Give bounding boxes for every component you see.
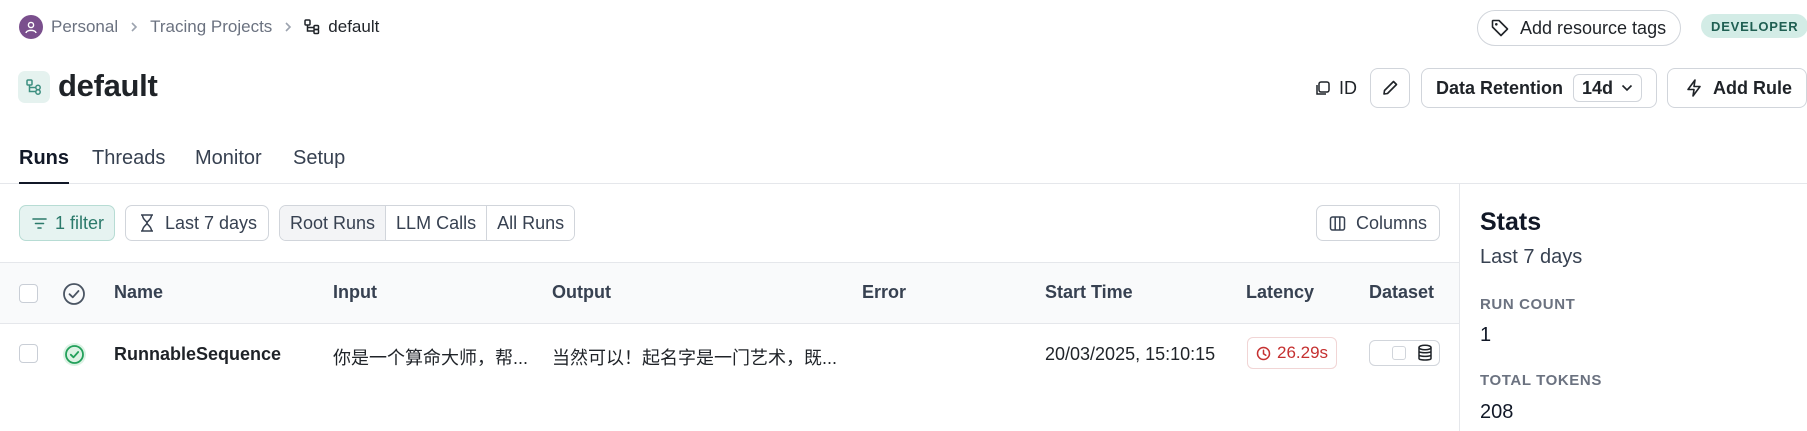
add-rule-button[interactable]: Add Rule xyxy=(1667,68,1807,108)
total-tokens-value: 208 xyxy=(1480,401,1514,423)
dataset-checkbox[interactable] xyxy=(1392,346,1406,360)
column-header-name[interactable]: Name xyxy=(114,282,163,303)
run-input: 你是一个算命大师，帮... xyxy=(333,348,529,368)
segment-llm-calls[interactable]: LLM Calls xyxy=(386,206,488,240)
tab-runs[interactable]: Runs xyxy=(19,147,69,184)
tab-threads[interactable]: Threads xyxy=(92,147,165,184)
add-to-dataset-control[interactable] xyxy=(1369,340,1440,366)
data-retention-value: 14d xyxy=(1582,77,1614,98)
data-retention-label: Data Retention xyxy=(1436,77,1564,98)
breadcrumb-section[interactable]: Tracing Projects xyxy=(150,17,272,37)
select-all-checkbox[interactable] xyxy=(19,284,38,303)
page-title: default xyxy=(58,68,158,103)
filter-icon xyxy=(32,217,47,229)
run-type-toggle: Root Runs LLM Calls All Runs xyxy=(279,205,576,241)
copy-id-button[interactable]: ID xyxy=(1314,74,1357,102)
column-header-latency[interactable]: Latency xyxy=(1246,282,1314,303)
row-checkbox[interactable] xyxy=(19,344,38,363)
edit-button[interactable] xyxy=(1370,68,1410,108)
segment-root-runs[interactable]: Root Runs xyxy=(280,206,387,240)
project-icon xyxy=(18,71,50,103)
filter-label: 1 filter xyxy=(55,212,105,233)
column-header-output[interactable]: Output xyxy=(552,282,611,303)
tab-bar: Runs Threads Monitor Setup xyxy=(0,140,1807,184)
status-check-icon xyxy=(63,283,85,305)
run-name[interactable]: RunnableSequence xyxy=(114,344,281,365)
table-row[interactable]: RunnableSequence 你是一个算命大师，帮... 当然可以！起名字是… xyxy=(0,324,1459,384)
lightning-icon xyxy=(1687,79,1701,97)
copy-id-label: ID xyxy=(1339,77,1357,98)
hourglass-icon xyxy=(141,214,153,232)
run-count-value: 1 xyxy=(1480,324,1492,346)
stats-divider xyxy=(1459,184,1460,431)
breadcrumb: Personal Tracing Projects default xyxy=(19,14,379,40)
column-header-start-time[interactable]: Start Time xyxy=(1045,282,1133,303)
developer-badge: DEVELOPER xyxy=(1701,14,1807,38)
success-status-icon xyxy=(63,343,86,366)
columns-icon xyxy=(1329,215,1346,231)
stats-title: Stats xyxy=(1480,208,1542,236)
total-tokens-label: TOTAL TOKENS xyxy=(1480,372,1602,389)
data-retention-select[interactable]: 14d xyxy=(1573,74,1643,102)
column-header-dataset[interactable]: Dataset xyxy=(1369,282,1434,303)
segment-all-runs[interactable]: All Runs xyxy=(487,206,575,240)
latency-badge: 26.29s xyxy=(1247,337,1338,369)
chevron-right-icon xyxy=(129,21,139,33)
chevron-right-icon xyxy=(283,21,293,33)
columns-label: Columns xyxy=(1356,212,1428,233)
avatar[interactable] xyxy=(19,15,43,39)
column-header-error[interactable]: Error xyxy=(862,282,906,303)
tab-monitor[interactable]: Monitor xyxy=(195,147,262,184)
run-start-time: 20/03/2025, 15:10:15 xyxy=(1045,344,1216,364)
stats-period: Last 7 days xyxy=(1480,246,1583,268)
breadcrumb-project-label: default xyxy=(328,17,380,36)
copy-icon xyxy=(1316,80,1330,95)
add-resource-tags-label: Add resource tags xyxy=(1520,17,1667,38)
add-resource-tags-button[interactable]: Add resource tags xyxy=(1477,10,1681,46)
latency-value: 26.29s xyxy=(1277,343,1329,362)
run-output: 当然可以！起名字是一门艺术，既... xyxy=(552,348,838,368)
column-header-input[interactable]: Input xyxy=(333,282,377,303)
date-range-button[interactable]: Last 7 days xyxy=(125,205,269,241)
tag-icon xyxy=(1491,19,1509,37)
filter-button[interactable]: 1 filter xyxy=(19,205,115,241)
chevron-down-icon xyxy=(1621,84,1633,92)
user-icon xyxy=(25,21,37,34)
pencil-icon xyxy=(1383,80,1398,95)
breadcrumb-workspace[interactable]: Personal xyxy=(51,17,118,37)
columns-button[interactable]: Columns xyxy=(1316,205,1440,241)
data-retention-control: Data Retention 14d xyxy=(1421,68,1657,108)
date-range-label: Last 7 days xyxy=(165,212,258,233)
project-tree-icon xyxy=(304,19,320,35)
database-icon xyxy=(1418,344,1432,361)
run-count-label: RUN COUNT xyxy=(1480,296,1576,313)
tab-setup[interactable]: Setup xyxy=(293,147,345,184)
breadcrumb-project: default xyxy=(304,17,379,37)
add-rule-label: Add Rule xyxy=(1713,77,1792,98)
table-header: Name Input Output Error Start Time Laten… xyxy=(0,262,1459,324)
clock-icon xyxy=(1256,346,1271,360)
